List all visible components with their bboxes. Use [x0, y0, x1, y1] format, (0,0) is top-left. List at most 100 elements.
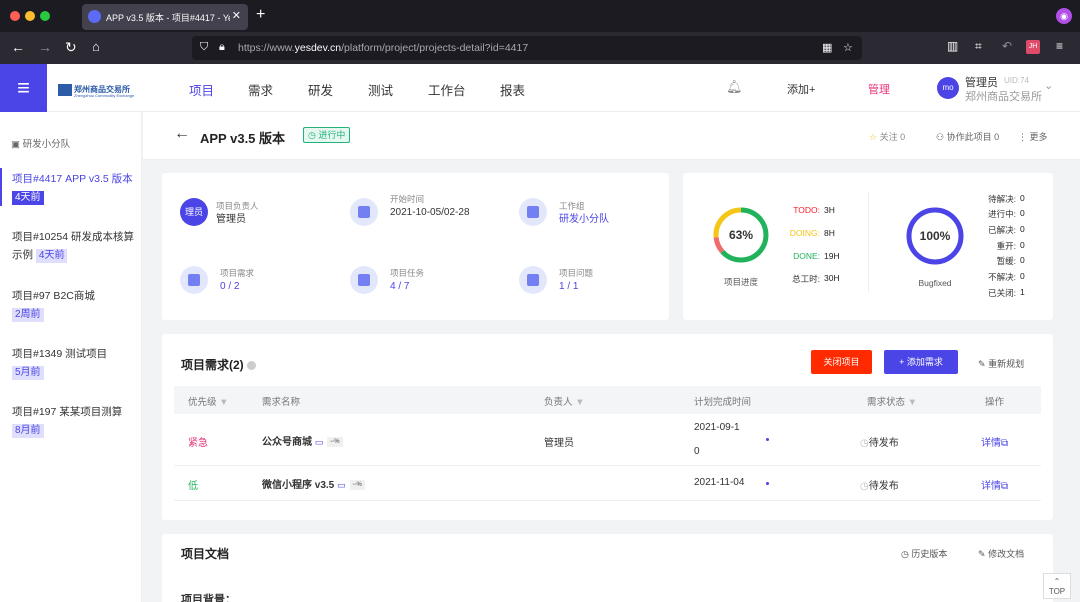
filter-icon: ▼: [219, 397, 229, 408]
requirement-icon: [180, 266, 208, 294]
row1-detail-link[interactable]: 详情⧉: [981, 434, 1008, 449]
owner-value: 管理员: [216, 214, 246, 225]
group-link[interactable]: 研发小分队: [559, 212, 609, 227]
logo-mark-icon: [58, 83, 72, 96]
zoom-window-dot[interactable]: [40, 11, 50, 21]
task-icon: [350, 266, 378, 294]
bug-deferred-value: 0: [1020, 255, 1025, 265]
bell-icon[interactable]: 🔔︎: [726, 79, 743, 95]
site-favicon-icon: [88, 10, 101, 23]
todo-value: 3H: [824, 205, 835, 215]
back-icon[interactable]: ←: [11, 39, 25, 55]
tab-close-icon[interactable]: ✕: [232, 9, 241, 22]
nav-projects[interactable]: 项目: [189, 80, 214, 99]
hamburger-menu-icon[interactable]: ≡: [1056, 39, 1063, 53]
external-link-icon: ⧉: [1001, 438, 1009, 449]
done-value: 19H: [824, 251, 840, 261]
history-button[interactable]: ◷ 历史版本: [901, 547, 947, 560]
admin-link[interactable]: 管理: [868, 81, 890, 97]
new-tab-icon[interactable]: +: [256, 6, 265, 24]
add-requirement-button[interactable]: + 添加需求: [884, 350, 958, 374]
minimize-window-dot[interactable]: [25, 11, 35, 21]
reload-icon[interactable]: ↻: [65, 39, 77, 56]
issue-count[interactable]: 1 / 1: [559, 279, 578, 294]
documents-card: [162, 534, 1053, 602]
forward-icon[interactable]: →: [38, 39, 52, 55]
row1-name[interactable]: 公众号商城 ▭ --%: [262, 433, 343, 448]
bug-deferred-label: 暂缓:: [996, 256, 1016, 266]
clock-icon: ◷: [860, 481, 869, 492]
lock-icon[interactable]: 🔒︎: [219, 41, 225, 54]
private-mask-icon[interactable]: ◉: [1056, 8, 1072, 24]
avatar[interactable]: mo: [937, 77, 959, 99]
bug-resolved-value: 0: [1020, 224, 1025, 234]
row2-name[interactable]: 微信小程序 v3.5 ▭ --%: [262, 476, 365, 491]
doing-label: DOING:: [789, 228, 820, 238]
requirement-count[interactable]: 0 / 2: [220, 279, 239, 294]
follow-button[interactable]: ☆ 关注 0: [869, 130, 905, 143]
filter-icon: ▼: [575, 397, 585, 408]
sidebar-item-project-197[interactable]: 项目#197 某某项目测算 8月前: [12, 403, 136, 439]
back-arrow-icon[interactable]: ←: [174, 125, 190, 143]
url-text[interactable]: https://www.yesdev.cn/platform/project/p…: [238, 42, 528, 54]
exchange-logo: 郑州商品交易所 Zhengzhou Commodity Exchange: [58, 81, 134, 99]
row2-status: ◷待发布: [860, 481, 899, 492]
nav-test[interactable]: 测试: [368, 80, 393, 99]
sidebar-item-project-1349[interactable]: 项目#1349 测试项目 5月前: [12, 345, 136, 381]
extension-badge[interactable]: JH: [1026, 40, 1040, 54]
add-menu[interactable]: 添加+: [787, 81, 815, 97]
sidebar-toggle-icon[interactable]: ▥: [947, 39, 958, 53]
sidebar-item-project-97[interactable]: 项目#97 B2C商城 2周前: [12, 287, 136, 323]
chevron-down-icon[interactable]: ⌄: [1044, 79, 1053, 92]
due-dot: [766, 438, 769, 441]
sidebar-item-project-4417[interactable]: 项目#4417 APP v3.5 版本 4天前: [12, 170, 136, 206]
undo-icon[interactable]: ↶: [1002, 39, 1012, 53]
more-icon: ⋮: [1018, 132, 1027, 142]
nav-dev[interactable]: 研发: [308, 80, 333, 99]
edit-doc-button[interactable]: ✎ 修改文档: [978, 547, 1024, 560]
col-name: 需求名称: [262, 397, 301, 408]
close-window-dot[interactable]: [10, 11, 20, 21]
col-due: 计划完成时间: [694, 397, 752, 408]
col-owner[interactable]: 负责人 ▼: [544, 394, 585, 408]
nav-requirements[interactable]: 需求: [248, 80, 273, 99]
browser-window: APP v3.5 版本 - 项目#4417 - Yes ✕ + ◉ ← → ↻ …: [0, 0, 1080, 602]
row1-due-line1: 2021-09-1: [694, 422, 740, 433]
bookmark-star-icon[interactable]: ☆: [843, 41, 853, 54]
menu-toggle-button[interactable]: ≡: [0, 64, 47, 112]
team-label[interactable]: ▣ 研发小分队: [11, 136, 70, 150]
doing-value: 8H: [824, 228, 835, 238]
shield-icon[interactable]: ⛉: [200, 41, 208, 54]
browser-tab[interactable]: APP v3.5 版本 - 项目#4417 - Yes ✕: [82, 4, 248, 30]
row2-detail-link[interactable]: 详情⧉: [981, 477, 1008, 492]
home-icon[interactable]: ⌂: [92, 39, 100, 54]
task-count[interactable]: 4 / 7: [390, 279, 409, 294]
nav-workbench[interactable]: 工作台: [428, 80, 466, 99]
back-to-top-button[interactable]: ⌃ TOP: [1043, 573, 1071, 599]
close-project-button[interactable]: 关闭项目: [811, 350, 872, 374]
sidebar-item-project-10254[interactable]: 项目#10254 研发成本核算示例 4天前: [12, 228, 136, 264]
chevron-up-icon: ⌃: [1053, 577, 1061, 586]
bug-pending-label: 待解决:: [988, 194, 1016, 204]
bug-wontfix-value: 0: [1020, 271, 1025, 281]
browser-nav-bar: ← → ↻ ⌂ ⛉ 🔒︎ https://www.yesdev.cn/platf…: [0, 32, 1080, 64]
browser-tab-bar: APP v3.5 版本 - 项目#4417 - Yes ✕ + ◉: [0, 0, 1080, 32]
nav-reports[interactable]: 报表: [500, 80, 525, 99]
crop-icon[interactable]: ⌗: [975, 39, 982, 54]
col-status[interactable]: 需求状态 ▼: [867, 394, 917, 408]
qr-code-icon[interactable]: ▦: [822, 41, 832, 54]
divider: [868, 192, 869, 292]
more-button[interactable]: ⋮ 更多: [1018, 130, 1048, 143]
bug-closed-value: 1: [1020, 287, 1025, 297]
collab-button[interactable]: ⚇ 协作此项目 0: [936, 130, 999, 143]
history-icon: ◷: [901, 549, 909, 559]
bug-reopen-label: 重开:: [996, 241, 1016, 251]
app-header: ≡ 郑州商品交易所 Zhengzhou Commodity Exchange 项…: [0, 64, 1080, 112]
replan-button[interactable]: ✎ 重新规划: [978, 357, 1024, 370]
url-bar[interactable]: ⛉ 🔒︎ https://www.yesdev.cn/platform/proj…: [192, 36, 862, 60]
project-title-bar: ← APP v3.5 版本 ◷ 进行中 ☆ 关注 0 ⚇ 协作此项目 0 ⋮ 更…: [143, 112, 1080, 160]
due-dot: [766, 482, 769, 485]
done-label: DONE:: [793, 251, 820, 261]
project-sidebar: ▣ 研发小分队 项目#4417 APP v3.5 版本 4天前 项目#10254…: [0, 112, 142, 602]
col-priority[interactable]: 优先级 ▼: [188, 394, 229, 408]
